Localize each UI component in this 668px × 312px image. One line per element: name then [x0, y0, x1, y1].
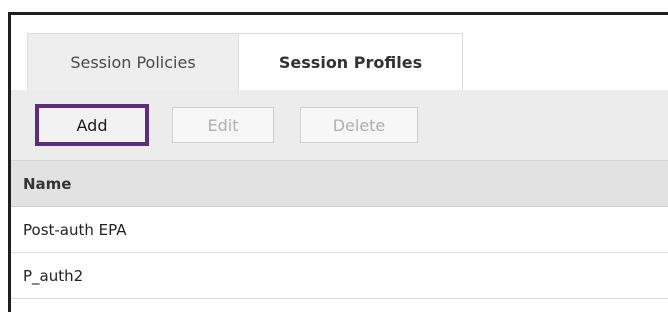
tab-label: Session Policies — [70, 53, 196, 72]
edit-button-label: Edit — [207, 115, 239, 135]
add-button-label: Add — [76, 115, 108, 135]
row-name: P_auth2 — [23, 266, 84, 285]
column-header-label: Name — [23, 174, 72, 193]
tab-bar: Session Policies Session Profiles — [11, 15, 668, 91]
tab-label: Session Profiles — [278, 53, 423, 72]
column-header-name[interactable]: Name — [11, 160, 668, 207]
table-row[interactable]: P_auth2 — [11, 253, 668, 299]
delete-button-label: Delete — [332, 115, 386, 135]
row-name: Post-auth EPA — [23, 220, 127, 239]
add-button[interactable]: Add — [35, 104, 149, 146]
delete-button[interactable]: Delete — [300, 107, 418, 143]
tab-session-policies[interactable]: Session Policies — [27, 33, 239, 91]
table-row[interactable]: Post-auth EPA — [11, 207, 668, 253]
edit-button[interactable]: Edit — [172, 107, 274, 143]
tab-session-profiles[interactable]: Session Profiles — [239, 33, 463, 91]
profiles-table: Name Post-auth EPA P_auth2 — [11, 160, 668, 299]
